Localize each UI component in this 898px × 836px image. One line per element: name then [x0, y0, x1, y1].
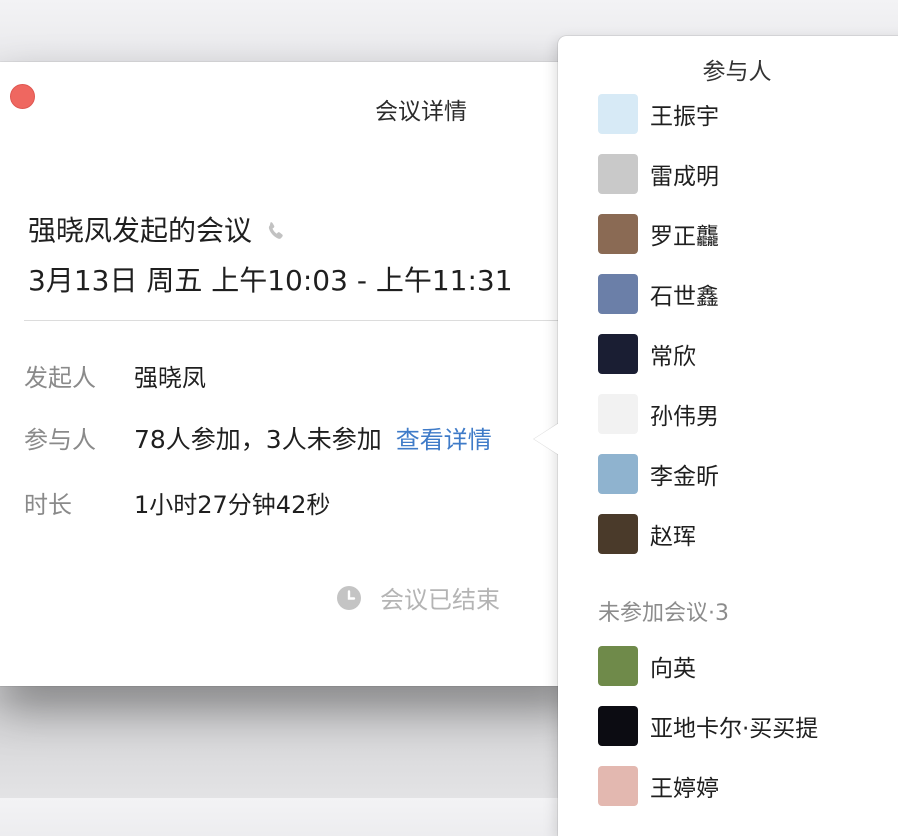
participant-item[interactable]: 亚地卡尔·买买提: [598, 706, 818, 746]
meeting-title-row: 强晓凤发起的会议: [28, 209, 288, 249]
initiator-label: 发起人: [24, 364, 96, 392]
participant-name: 石世鑫: [650, 284, 719, 310]
participants-label: 参与人: [24, 426, 96, 454]
avatar: [598, 274, 638, 314]
participants-popover: 参与人 王振宇雷成明罗正龘石世鑫常欣孙伟男李金昕赵珲 未参加会议·3 向英亚地卡…: [558, 36, 898, 836]
duration-value: 1小时27分钟42秒: [134, 491, 331, 519]
avatar: [598, 334, 638, 374]
avatar: [598, 154, 638, 194]
participants-value: 78人参加，3人未参加: [134, 425, 382, 454]
close-button[interactable]: [10, 84, 35, 109]
duration-row: 时长 1小时27分钟42秒: [24, 485, 330, 520]
avatar: [598, 94, 638, 134]
phone-icon: [264, 217, 288, 241]
clock-icon: [336, 585, 362, 611]
view-details-link[interactable]: 查看详情: [396, 420, 492, 455]
meeting-status-text: 会议已结束: [380, 586, 500, 614]
participant-name: 亚地卡尔·买买提: [650, 716, 819, 742]
participant-name: 向英: [650, 656, 696, 682]
participant-name: 雷成明: [650, 164, 719, 190]
participant-name: 罗正龘: [650, 224, 719, 250]
popover-title: 参与人: [702, 59, 772, 85]
avatar: [598, 454, 638, 494]
participant-item[interactable]: 罗正龘: [598, 214, 719, 254]
participant-item[interactable]: 王振宇: [598, 94, 719, 134]
participant-item[interactable]: 常欣: [598, 334, 696, 374]
participants-row: 参与人 78人参加，3人未参加 查看详情: [24, 420, 492, 456]
meeting-details-window: 会议详情 强晓凤发起的会议 3月13日 周五 上午10:03 - 上午11:31…: [0, 62, 580, 686]
popover-arrow: [534, 423, 559, 455]
meeting-time: 3月13日 周五 上午10:03 - 上午11:31: [28, 264, 513, 297]
avatar: [598, 214, 638, 254]
avatar: [598, 646, 638, 686]
participant-name: 孙伟男: [650, 404, 719, 430]
participant-name: 常欣: [650, 344, 696, 370]
participant-item[interactable]: 李金昕: [598, 454, 719, 494]
avatar: [598, 394, 638, 434]
avatar: [598, 514, 638, 554]
participant-item[interactable]: 赵珲: [598, 514, 696, 554]
avatar: [598, 766, 638, 806]
window-title: 会议详情: [375, 99, 467, 125]
initiator-row: 发起人 强晓凤: [24, 358, 206, 393]
absent-section-label: 未参加会议·3: [598, 601, 729, 626]
participant-item[interactable]: 孙伟男: [598, 394, 719, 434]
participant-name: 赵珲: [650, 524, 696, 550]
participant-name: 李金昕: [650, 464, 719, 490]
participant-item[interactable]: 向英: [598, 646, 696, 686]
participant-name: 王振宇: [650, 104, 719, 130]
participant-item[interactable]: 王婷婷: [598, 766, 719, 806]
participant-item[interactable]: 雷成明: [598, 154, 719, 194]
avatar: [598, 706, 638, 746]
divider: [24, 320, 580, 321]
initiator-value: 强晓凤: [134, 364, 206, 392]
duration-label: 时长: [24, 491, 72, 519]
participant-item[interactable]: 石世鑫: [598, 274, 719, 314]
meeting-status: 会议已结束: [336, 580, 500, 615]
meeting-title: 强晓凤发起的会议: [28, 214, 253, 247]
